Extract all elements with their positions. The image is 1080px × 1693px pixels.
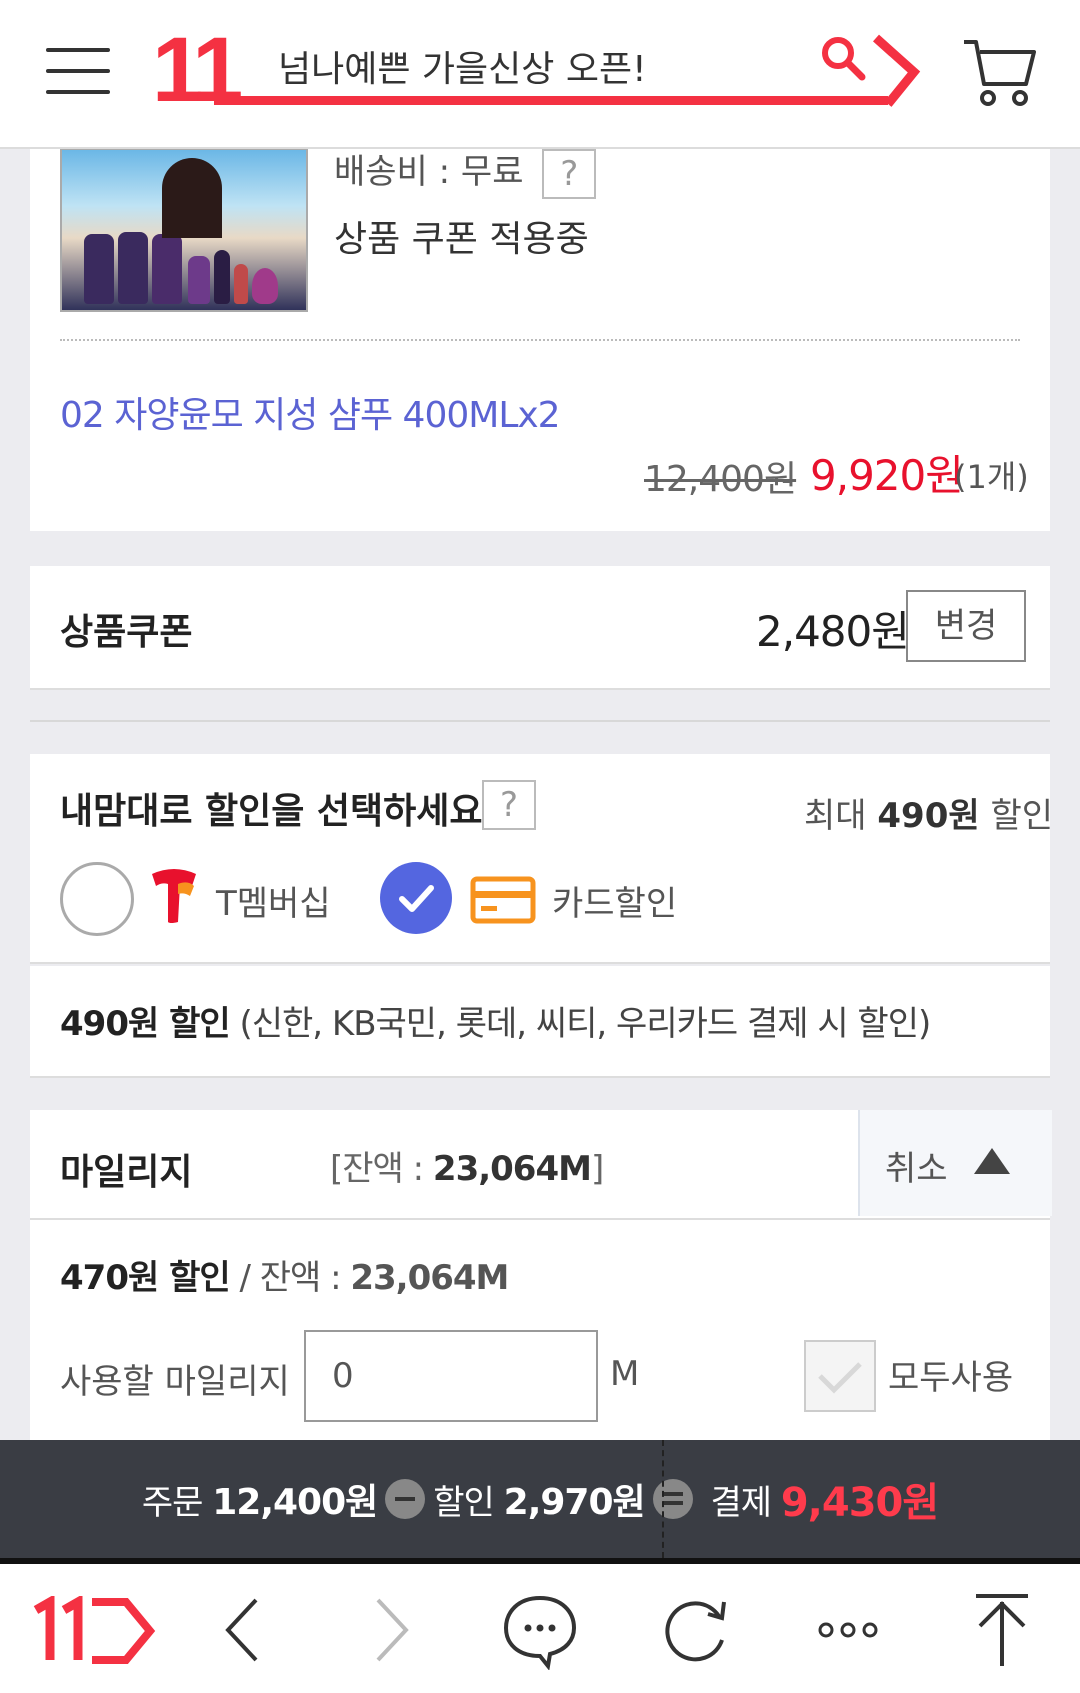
mileage-balance: [잔액 : 23,064M] bbox=[330, 1141, 604, 1190]
summary-dash-divider bbox=[662, 1440, 664, 1558]
search-arrow-icon[interactable] bbox=[870, 32, 926, 108]
mileage-balance-suffix: ] bbox=[590, 1149, 604, 1189]
menu-icon[interactable] bbox=[46, 48, 110, 98]
equals-icon bbox=[652, 1479, 693, 1519]
t-membership-icon bbox=[152, 869, 196, 923]
divider bbox=[60, 339, 1020, 341]
coupon-change-button[interactable]: 변경 bbox=[906, 590, 1026, 662]
discount-info: 490원 할인 (신한, KB국민, 롯데, 씨티, 우리카드 결제 시 할인) bbox=[60, 996, 931, 1045]
refresh-icon[interactable] bbox=[656, 1590, 736, 1670]
mileage-cancel-label[interactable]: 취소 bbox=[885, 1141, 948, 1190]
coupon-applied-text: 상품 쿠폰 적용중 bbox=[334, 219, 589, 260]
order-amount: 12,400원 bbox=[212, 1482, 378, 1523]
minus-icon bbox=[385, 1479, 426, 1519]
mileage-unit: M bbox=[610, 1354, 640, 1394]
shipping-fee: 배송비 : 무료 ? bbox=[334, 144, 597, 199]
home-11-icon[interactable] bbox=[32, 1596, 156, 1666]
radio-t-membership[interactable] bbox=[60, 862, 134, 936]
discount-max: 최대 490원 할인 bbox=[804, 788, 1053, 837]
search-underline bbox=[214, 96, 888, 105]
discount-max-prefix: 최대 bbox=[804, 796, 878, 836]
mileage-balance-value: 23,064M bbox=[432, 1149, 592, 1189]
section-divider bbox=[30, 720, 1050, 722]
radio-card-discount[interactable] bbox=[380, 862, 452, 934]
discount-amount: 2,970원 bbox=[503, 1482, 646, 1523]
t-membership-label[interactable]: T멤버십 bbox=[216, 876, 331, 925]
discount-info-detail: (신한, KB국민, 롯데, 씨티, 우리카드 결제 시 할인) bbox=[229, 1004, 931, 1044]
mileage-use-input[interactable] bbox=[304, 1330, 598, 1422]
collapse-up-icon[interactable] bbox=[974, 1148, 1010, 1174]
shipping-label: 배송비 : 무료 bbox=[334, 152, 524, 192]
mileage-use-label: 사용할 마일리지 bbox=[60, 1362, 290, 1402]
shipping-help-button[interactable]: ? bbox=[542, 148, 597, 199]
quantity: (1개) bbox=[954, 458, 1029, 496]
check-icon bbox=[399, 885, 434, 912]
use-all-label[interactable]: 모두사용 bbox=[888, 1350, 1013, 1399]
mileage-divider bbox=[30, 1218, 1050, 1220]
discount-title: 내맘대로 할인을 선택하세요 bbox=[60, 791, 483, 832]
original-price: 12,400원 bbox=[644, 459, 797, 500]
product-image[interactable] bbox=[60, 148, 308, 312]
more-icon[interactable] bbox=[808, 1590, 888, 1670]
use-all-checkbox[interactable] bbox=[804, 1340, 876, 1412]
top-header: 11 넘나예쁜 가을신상 오픈! bbox=[0, 0, 1080, 149]
pay-amount: 9,430원 bbox=[780, 1480, 939, 1526]
forward-icon[interactable] bbox=[356, 1590, 436, 1670]
card-discount-label[interactable]: 카드할인 bbox=[552, 876, 677, 925]
check-icon bbox=[818, 1362, 862, 1394]
search-input[interactable]: 넘나예쁜 가을신상 오픈! bbox=[278, 40, 647, 92]
chat-icon[interactable] bbox=[500, 1590, 580, 1670]
back-icon[interactable] bbox=[208, 1590, 288, 1670]
mileage-discount-balance: 23,064M bbox=[350, 1258, 509, 1298]
discount-max-suffix: 할인 bbox=[979, 796, 1054, 836]
search-icon[interactable] bbox=[818, 34, 868, 84]
pay-label: 결제 bbox=[710, 1482, 772, 1523]
payment-summary: 주문 12,400원 할인 2,970원 결제 9,430원 bbox=[0, 1440, 1080, 1558]
sale-price: 9,920원 bbox=[810, 451, 964, 500]
mileage-title: 마일리지 bbox=[60, 1152, 193, 1193]
mileage-balance-prefix: [잔액 : bbox=[330, 1149, 433, 1189]
discount-label: 할인 bbox=[433, 1482, 495, 1523]
cart-icon[interactable] bbox=[962, 36, 1036, 110]
mileage-discount: 470원 할인 / 잔액 : 23,064M bbox=[60, 1250, 509, 1299]
order-label: 주문 bbox=[141, 1482, 204, 1523]
mileage-discount-amount: 470원 할인 bbox=[60, 1258, 231, 1298]
product-option-name[interactable]: 02 자양윤모 지성 샴푸 400MLx2 bbox=[60, 386, 561, 438]
scroll-top-icon[interactable] bbox=[962, 1590, 1042, 1670]
coupon-label: 상품쿠폰 bbox=[60, 612, 193, 653]
credit-card-icon bbox=[470, 876, 536, 924]
coupon-amount: 2,480원 bbox=[756, 607, 910, 656]
discount-max-amount: 490원 bbox=[877, 796, 980, 836]
discount-help-button[interactable]: ? bbox=[482, 780, 536, 830]
discount-info-amount: 490원 할인 bbox=[60, 1004, 231, 1044]
mileage-discount-sep: / 잔액 : bbox=[229, 1258, 351, 1298]
